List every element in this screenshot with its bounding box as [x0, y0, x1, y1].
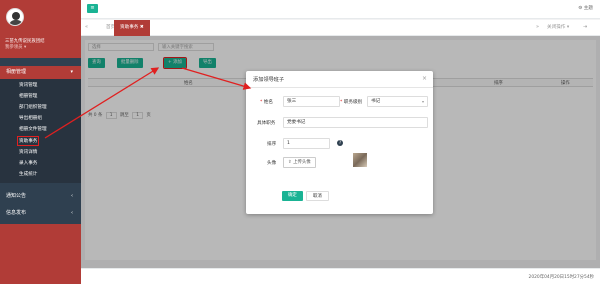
- sidebar-group-notice[interactable]: 通知公告 ‹: [0, 190, 81, 203]
- footer-datetime: 2020年04月20日15时27分54秒: [528, 275, 594, 280]
- chevron-down-icon: ▾: [421, 99, 424, 104]
- user-role[interactable]: 我参领员 ▾: [5, 44, 26, 50]
- sidebar-item-aid[interactable]: 资助事务: [16, 136, 40, 146]
- dialog-title: 添加领导班子: [253, 77, 285, 83]
- sidebar-item-dept[interactable]: 部门组织管理: [19, 104, 47, 110]
- dept-select[interactable]: 书记 ▾: [367, 96, 428, 107]
- sort-label: 排序: [267, 142, 277, 147]
- top-bar: ≡ ⚙ 主题: [81, 0, 600, 19]
- sidebar-item-album[interactable]: 相册管理: [19, 93, 37, 99]
- sidebar-group-label: 通知公告: [6, 193, 27, 199]
- dept-select-value: 书记: [371, 99, 381, 104]
- cancel-button[interactable]: 取消: [306, 191, 329, 201]
- tab-scroll-left-icon[interactable]: «: [85, 24, 88, 30]
- title-label: 具体职务: [257, 121, 276, 126]
- sidebar-item-stats[interactable]: 生成统计: [19, 171, 37, 177]
- confirm-button[interactable]: 确定: [282, 191, 303, 201]
- sidebar-item-export[interactable]: 导出相册组: [19, 115, 42, 121]
- sidebar-footer: [0, 224, 81, 284]
- tab-close-ops[interactable]: 关闭操作 ▾: [547, 20, 569, 36]
- sidebar-submenu: 资讯管理 相册管理 部门组织管理 导出相册组 相册文件管理 资助事务 资讯详情 …: [0, 79, 81, 183]
- sidebar-group-label: 相册管理: [6, 69, 27, 75]
- add-leader-dialog: 添加领导班子 × * 姓名 张三 * 职务级别 书记 ▾ 具体职务 党委书记 排…: [246, 71, 433, 214]
- sidebar-group-mgmt[interactable]: 相册管理 ▾: [0, 66, 81, 79]
- sidebar-item-files[interactable]: 相册文件管理: [19, 126, 47, 132]
- footer: 2020年04月20日15时27分54秒: [81, 268, 600, 284]
- chevron-left-icon: ‹: [71, 210, 73, 216]
- close-icon[interactable]: ×: [422, 75, 427, 82]
- tab-bar: « 首页 资助事务 ✖ » 关闭操作 ▾ ⇥: [81, 20, 600, 36]
- title-field[interactable]: 党委书记: [283, 117, 428, 128]
- theme-button[interactable]: ⚙ 主题: [578, 5, 593, 11]
- sidebar-group-info[interactable]: 信息发布 ‹: [0, 207, 81, 220]
- chevron-down-icon: ▾: [70, 69, 73, 75]
- sidebar-group-label: 信息发布: [6, 210, 27, 216]
- tab-current[interactable]: 资助事务 ✖: [114, 20, 150, 36]
- menu-toggle-icon[interactable]: ≡: [87, 4, 98, 13]
- tab-scroll-right-icon[interactable]: »: [536, 24, 539, 30]
- avatar-preview-image: [353, 153, 367, 167]
- dept-label: * 职务级别: [340, 100, 363, 105]
- divider: [246, 87, 433, 88]
- upload-avatar-button[interactable]: ⇪ 上传头像: [283, 157, 316, 168]
- name-label: * 姓名: [260, 100, 273, 105]
- sidebar-item-entry[interactable]: 录入事务: [19, 160, 37, 166]
- exit-icon[interactable]: ⇥: [583, 24, 587, 30]
- chevron-left-icon: ‹: [71, 193, 73, 199]
- avatar-label: 头像: [267, 161, 277, 166]
- sidebar-header: 三苗九传说民族团结 我参领员 ▾: [0, 0, 81, 58]
- dept-label-text: 职务级别: [343, 100, 363, 105]
- sidebar: 三苗九传说民族团结 我参领员 ▾ 相册管理 ▾ 资讯管理 相册管理 部门组织管理…: [0, 0, 81, 284]
- sidebar-item-detail[interactable]: 资讯详情: [19, 149, 37, 155]
- sidebar-item-news[interactable]: 资讯管理: [19, 82, 37, 88]
- name-field[interactable]: 张三: [283, 96, 340, 107]
- sort-field[interactable]: 1: [283, 138, 330, 149]
- avatar: [6, 8, 24, 26]
- help-icon[interactable]: ?: [337, 140, 343, 146]
- name-label-text: 姓名: [263, 100, 273, 105]
